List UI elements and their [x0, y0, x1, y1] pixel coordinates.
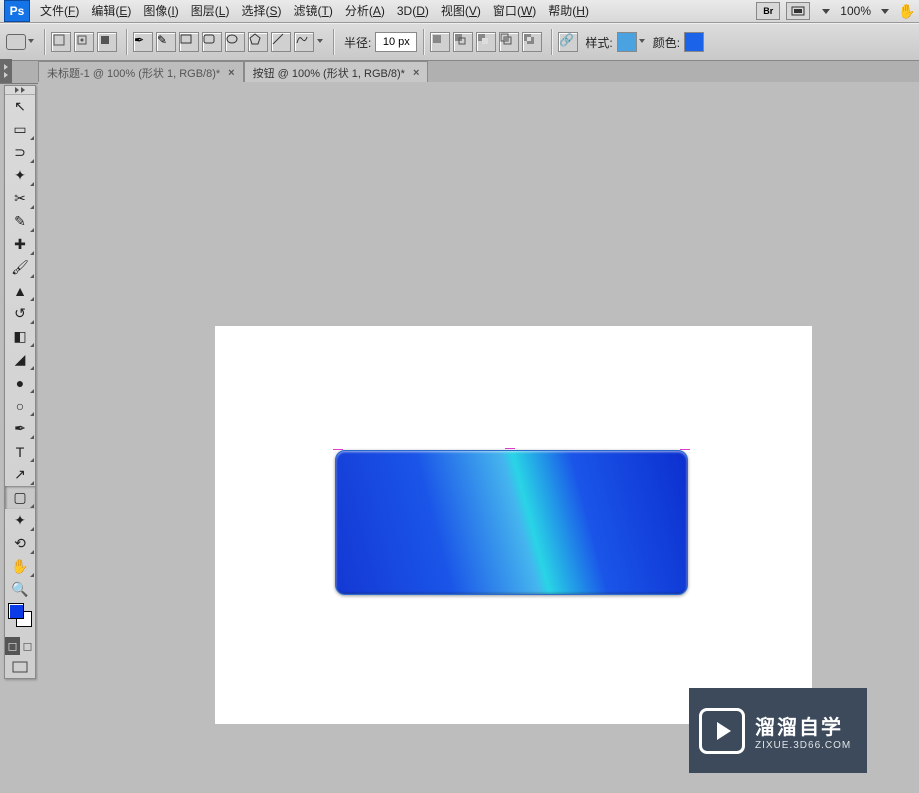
- menu-image[interactable]: 图像(I): [137, 0, 184, 22]
- hand-tool[interactable]: ✋: [5, 555, 35, 578]
- canvas-area[interactable]: 溜溜自学 ZIXUE.3D66.COM: [38, 82, 919, 793]
- watermark-subtitle: ZIXUE.3D66.COM: [755, 740, 851, 751]
- history-brush-tool[interactable]: ↺: [5, 302, 35, 325]
- stamp-tool[interactable]: ▲: [5, 279, 35, 302]
- zoom-level[interactable]: 100%: [836, 4, 875, 18]
- brush-tool[interactable]: 🖌: [5, 256, 35, 279]
- custom-shape-icon[interactable]: [294, 32, 314, 52]
- path-intersect-icon[interactable]: [499, 32, 519, 52]
- freeform-pen-icon[interactable]: ✎: [156, 32, 176, 52]
- color-swatches[interactable]: [5, 601, 35, 633]
- color-swatch[interactable]: [684, 32, 704, 52]
- menu-select[interactable]: 选择(S): [235, 0, 287, 22]
- selection-marker: [505, 448, 515, 449]
- quickmask-toggle[interactable]: ◻◻: [5, 637, 35, 655]
- app-logo[interactable]: Ps: [4, 0, 30, 22]
- toolbox: ↖▭⊃✦✂✎✚🖌▲↺◧◢●○✒T↗▢✦⟲✋🔍 ◻◻: [4, 85, 36, 679]
- foreground-color[interactable]: [8, 603, 24, 619]
- screen-mode-button[interactable]: [786, 2, 810, 20]
- color-label: 颜色:: [653, 34, 680, 51]
- move-tool[interactable]: ↖: [5, 95, 35, 118]
- dropdown-icon[interactable]: [639, 39, 645, 43]
- 3d-object-tool[interactable]: ✦: [5, 509, 35, 532]
- rectangle-shape-icon[interactable]: [179, 32, 199, 52]
- rounded-rect-shape-icon[interactable]: [202, 32, 222, 52]
- menu-analysis[interactable]: 分析(A): [339, 0, 391, 22]
- menu-window[interactable]: 窗口(W): [487, 0, 542, 22]
- path-select-tool[interactable]: ↗: [5, 463, 35, 486]
- shape-preset-icon[interactable]: [6, 34, 26, 50]
- eyedropper-tool[interactable]: ✎: [5, 210, 35, 233]
- eraser-tool[interactable]: ◧: [5, 325, 35, 348]
- dodge-tool[interactable]: ○: [5, 394, 35, 417]
- play-icon: [699, 708, 745, 754]
- pen-icon[interactable]: ✒: [133, 32, 153, 52]
- paths-mode[interactable]: [74, 32, 94, 52]
- radius-label: 半径:: [344, 34, 371, 51]
- dropdown-icon[interactable]: [881, 9, 889, 14]
- blur-tool[interactable]: ●: [5, 371, 35, 394]
- menu-filter[interactable]: 滤镜(T): [287, 0, 338, 22]
- path-exclude-icon[interactable]: [522, 32, 542, 52]
- 3d-camera-tool[interactable]: ⟲: [5, 532, 35, 555]
- dropdown-icon[interactable]: [317, 39, 323, 43]
- watermark: 溜溜自学 ZIXUE.3D66.COM: [689, 688, 867, 773]
- dropdown-icon[interactable]: [28, 39, 34, 43]
- style-label: 样式:: [585, 34, 612, 51]
- menu-file[interactable]: 文件(F): [34, 0, 85, 22]
- menu-help[interactable]: 帮助(H): [542, 0, 595, 22]
- pen-tool[interactable]: ✒: [5, 417, 35, 440]
- document-tab[interactable]: 按钮 @ 100% (形状 1, RGB/8)* ×: [244, 61, 429, 83]
- path-new-icon[interactable]: [430, 32, 450, 52]
- type-tool[interactable]: T: [5, 440, 35, 463]
- polygon-shape-icon[interactable]: [248, 32, 268, 52]
- radius-input[interactable]: [375, 32, 417, 52]
- ellipse-shape-icon[interactable]: [225, 32, 245, 52]
- close-icon[interactable]: ×: [228, 67, 234, 79]
- tab-title: 按钮 @ 100% (形状 1, RGB/8)*: [253, 65, 405, 81]
- dropdown-icon[interactable]: [822, 9, 830, 14]
- menu-view[interactable]: 视图(V): [435, 0, 487, 22]
- shape-layers-mode[interactable]: [51, 32, 71, 52]
- menu-3d[interactable]: 3D(D): [391, 0, 435, 22]
- marquee-tool[interactable]: ▭: [5, 118, 35, 141]
- panel-expand-handle[interactable]: [0, 59, 12, 83]
- style-swatch[interactable]: [617, 32, 637, 52]
- document-tab-bar: 未标题-1 @ 100% (形状 1, RGB/8)* × 按钮 @ 100% …: [0, 61, 919, 84]
- close-icon[interactable]: ×: [413, 67, 419, 79]
- link-icon[interactable]: 🔗: [558, 32, 578, 52]
- launch-bridge-button[interactable]: Br: [756, 2, 780, 20]
- tab-title: 未标题-1 @ 100% (形状 1, RGB/8)*: [47, 65, 220, 81]
- toolbox-expand[interactable]: [5, 86, 35, 95]
- document-tab[interactable]: 未标题-1 @ 100% (形状 1, RGB/8)* ×: [38, 61, 244, 83]
- fill-pixels-mode[interactable]: [97, 32, 117, 52]
- hand-pan-icon[interactable]: ✋: [895, 3, 919, 20]
- path-add-icon[interactable]: [453, 32, 473, 52]
- shape-layer-button[interactable]: [335, 450, 688, 595]
- shape-tool[interactable]: ▢: [5, 486, 35, 509]
- menu-bar: Ps 文件(F) 编辑(E) 图像(I) 图层(L) 选择(S) 滤镜(T) 分…: [0, 0, 919, 23]
- menu-edit[interactable]: 编辑(E): [85, 0, 137, 22]
- menu-layer[interactable]: 图层(L): [185, 0, 236, 22]
- options-bar: ✒ ✎ 半径: 🔗 样式: 颜色:: [0, 23, 919, 61]
- healing-tool[interactable]: ✚: [5, 233, 35, 256]
- wand-tool[interactable]: ✦: [5, 164, 35, 187]
- crop-tool[interactable]: ✂: [5, 187, 35, 210]
- lasso-tool[interactable]: ⊃: [5, 141, 35, 164]
- gradient-tool[interactable]: ◢: [5, 348, 35, 371]
- zoom-tool[interactable]: 🔍: [5, 578, 35, 601]
- line-shape-icon[interactable]: [271, 32, 291, 52]
- path-subtract-icon[interactable]: [476, 32, 496, 52]
- watermark-title: 溜溜自学: [755, 711, 851, 740]
- screen-mode-tool[interactable]: [5, 655, 35, 678]
- document-canvas[interactable]: [215, 326, 812, 724]
